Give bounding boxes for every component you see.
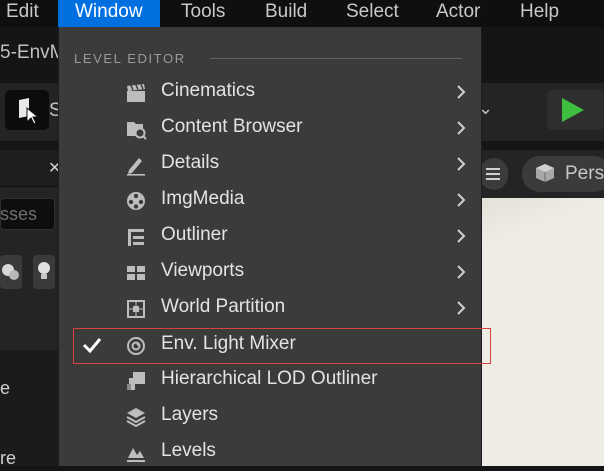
menu-item-cinematics[interactable]: Cinematics <box>58 75 480 111</box>
chevron-right-icon <box>457 157 466 171</box>
play-icon <box>562 98 584 122</box>
chevron-right-icon <box>457 301 466 315</box>
viewports-grid-icon <box>127 266 145 280</box>
menu-item-world-partition[interactable]: World Partition <box>58 291 480 327</box>
outliner-icon <box>128 229 144 246</box>
pencil-details-icon <box>127 158 145 176</box>
chevron-right-icon <box>457 121 466 135</box>
menu-item-label: Layers <box>161 404 219 425</box>
menu-select[interactable]: Select <box>346 0 399 27</box>
world-partition-icon <box>127 300 145 318</box>
menu-actor[interactable]: Actor <box>436 0 480 27</box>
search-placeholder: sses <box>0 204 38 224</box>
menu-tools[interactable]: Tools <box>181 0 225 27</box>
menu-window[interactable]: Window <box>58 0 160 27</box>
menu-edit[interactable]: Edit <box>6 0 39 27</box>
light-mixer-icon <box>127 337 145 355</box>
menu-item-label: Cinematics <box>161 80 255 101</box>
menu-item-viewports[interactable]: Viewports <box>58 255 480 291</box>
menu-bar: Edit Window Tools Build Select Actor Hel… <box>0 0 604 27</box>
shape-icon[interactable] <box>0 255 22 289</box>
cube-icon <box>536 164 554 182</box>
chevron-right-icon <box>457 265 466 279</box>
menu-item-label: Outliner <box>161 224 228 245</box>
clapperboard-icon <box>127 84 145 102</box>
chevron-right-icon <box>457 193 466 207</box>
hamburger-menu-icon[interactable] <box>480 158 508 190</box>
chevron-right-icon <box>457 229 466 243</box>
layers-icon <box>126 408 146 428</box>
menu-item-label: ImgMedia <box>161 188 245 209</box>
menu-item-label: Hierarchical LOD Outliner <box>161 368 378 389</box>
panel-text: e <box>0 378 11 398</box>
menu-item-outliner[interactable]: Outliner <box>58 219 480 255</box>
menu-item-env-light-mixer[interactable]: Env. Light Mixer <box>73 328 491 364</box>
film-reel-icon <box>127 192 145 210</box>
menu-item-content-browser[interactable]: Content Browser <box>58 111 480 147</box>
menu-item-label: Details <box>161 152 220 173</box>
menu-item-label: World Partition <box>161 296 286 317</box>
menu-item-details[interactable]: Details <box>58 147 480 183</box>
menu-item-layers[interactable]: Layers <box>58 399 480 435</box>
menu-help[interactable]: Help <box>520 0 559 27</box>
light-bulb-icon[interactable] <box>33 255 55 289</box>
menu-item-hierarchical-lod-outliner[interactable]: Hierarchical LOD Outliner <box>58 363 480 399</box>
menu-item-label: Viewports <box>161 260 245 281</box>
section-divider <box>210 58 462 59</box>
menu-build[interactable]: Build <box>265 0 307 27</box>
menu-item-label: Content Browser <box>161 116 303 137</box>
hlod-icon <box>127 372 145 390</box>
folder-search-icon <box>127 122 147 140</box>
checkmark-icon <box>82 338 102 354</box>
chevron-right-icon <box>457 85 466 99</box>
levels-icon <box>127 448 145 462</box>
menu-item-label: Levels <box>161 440 216 461</box>
menu-item-label: Env. Light Mixer <box>161 333 296 354</box>
level-tab-title[interactable]: 5-EnvM <box>0 42 65 64</box>
select-mode-icon <box>19 98 40 125</box>
mode-select-button[interactable] <box>5 90 49 130</box>
menu-item-imgmedia[interactable]: ImgMedia <box>58 183 480 219</box>
perspective-label: Pers <box>565 163 604 184</box>
section-heading: LEVEL EDITOR <box>74 51 186 66</box>
